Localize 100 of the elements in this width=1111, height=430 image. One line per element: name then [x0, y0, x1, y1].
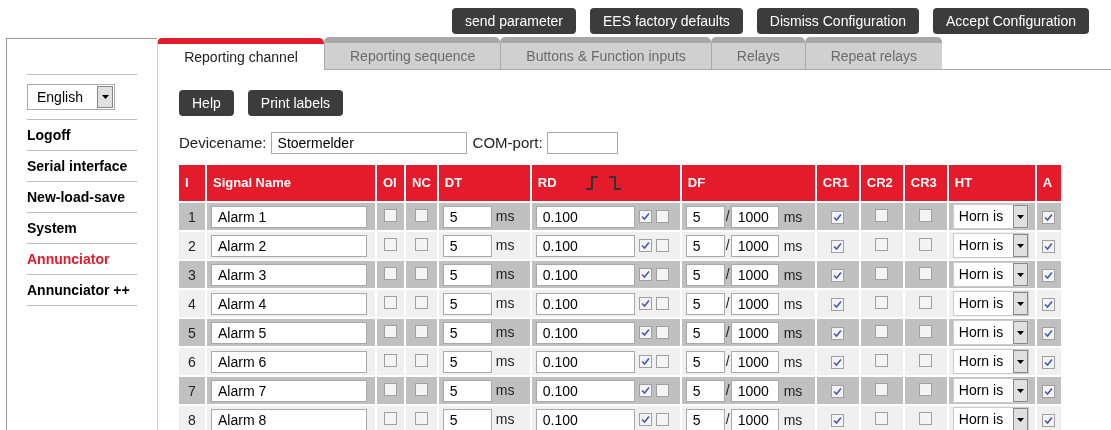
sidebar-link[interactable]: Serial interface: [27, 155, 128, 177]
df-divisor-field[interactable]: 1000: [730, 205, 779, 228]
df-divisor-field[interactable]: 1000: [730, 379, 779, 402]
checkbox[interactable]: [1042, 297, 1056, 311]
checkbox[interactable]: [638, 384, 652, 397]
checkbox[interactable]: [875, 208, 889, 222]
horn-select[interactable]: Horn is: [952, 291, 1029, 316]
checkbox[interactable]: [414, 266, 428, 280]
dt-field[interactable]: 5: [442, 292, 492, 315]
df-divisor-field[interactable]: 1000: [730, 350, 779, 373]
df-field[interactable]: 5: [685, 205, 725, 228]
checkbox[interactable]: [655, 355, 669, 368]
checkbox[interactable]: [638, 239, 652, 252]
df-field[interactable]: 5: [685, 292, 725, 315]
checkbox[interactable]: [875, 353, 889, 367]
checkbox[interactable]: [875, 266, 889, 280]
action-button[interactable]: Print labels: [247, 90, 344, 116]
df-divisor-field[interactable]: 1000: [730, 408, 779, 430]
dt-field[interactable]: 5: [442, 350, 492, 373]
rd-field[interactable]: 0.100: [535, 321, 635, 344]
checkbox[interactable]: [414, 237, 428, 251]
toolbar-button[interactable]: EES factory defaults: [590, 8, 743, 34]
rd-field[interactable]: 0.100: [535, 408, 635, 430]
checkbox[interactable]: [384, 353, 397, 367]
df-divisor-field[interactable]: 1000: [730, 292, 779, 315]
checkbox[interactable]: [655, 297, 669, 310]
signal-name-field[interactable]: Alarm 4: [211, 292, 367, 315]
horn-select[interactable]: Horn is: [952, 378, 1029, 403]
checkbox[interactable]: [655, 210, 669, 223]
sidebar-link[interactable]: System: [27, 217, 77, 239]
checkbox[interactable]: [1042, 268, 1056, 282]
checkbox[interactable]: [919, 295, 933, 309]
checkbox[interactable]: [1042, 384, 1056, 398]
checkbox[interactable]: [875, 295, 889, 309]
sidebar-link[interactable]: Annunciator ++: [27, 279, 130, 301]
horn-select[interactable]: Horn is: [952, 233, 1029, 258]
checkbox[interactable]: [638, 355, 652, 368]
rd-field[interactable]: 0.100: [535, 292, 635, 315]
tab[interactable]: Relays: [710, 37, 805, 69]
signal-name-field[interactable]: Alarm 1: [211, 205, 367, 228]
df-field[interactable]: 5: [685, 350, 725, 373]
sidebar-link[interactable]: Annunciator: [27, 248, 110, 270]
horn-select[interactable]: Horn is: [952, 349, 1029, 374]
tab[interactable]: Reporting channel: [157, 38, 324, 70]
checkbox[interactable]: [414, 208, 428, 222]
df-field[interactable]: 5: [685, 379, 725, 402]
checkbox[interactable]: [414, 295, 428, 309]
df-divisor-field[interactable]: 1000: [730, 321, 779, 344]
checkbox[interactable]: [655, 326, 669, 339]
signal-name-field[interactable]: Alarm 7: [211, 379, 367, 402]
checkbox[interactable]: [638, 413, 652, 426]
checkbox[interactable]: [919, 353, 933, 367]
df-field[interactable]: 5: [685, 408, 725, 430]
checkbox[interactable]: [831, 210, 845, 224]
checkbox[interactable]: [1042, 355, 1056, 369]
rd-field[interactable]: 0.100: [535, 379, 635, 402]
action-button[interactable]: Help: [179, 90, 234, 116]
checkbox[interactable]: [655, 239, 669, 252]
tab[interactable]: Repeat relays: [804, 37, 943, 69]
rd-field[interactable]: 0.100: [535, 234, 635, 257]
checkbox[interactable]: [1042, 239, 1056, 253]
checkbox[interactable]: [919, 208, 933, 222]
checkbox[interactable]: [414, 382, 428, 396]
rd-field[interactable]: 0.100: [535, 205, 635, 228]
checkbox[interactable]: [655, 384, 669, 397]
checkbox[interactable]: [831, 413, 845, 427]
com-port-field[interactable]: [546, 132, 618, 154]
language-select[interactable]: English: [27, 84, 115, 110]
checkbox[interactable]: [875, 382, 889, 396]
checkbox[interactable]: [414, 324, 428, 338]
signal-name-field[interactable]: Alarm 6: [211, 350, 367, 373]
checkbox[interactable]: [831, 384, 845, 398]
checkbox[interactable]: [831, 268, 845, 282]
checkbox[interactable]: [831, 326, 845, 340]
df-field[interactable]: 5: [685, 263, 725, 286]
toolbar-button[interactable]: Accept Configuration: [933, 8, 1089, 34]
checkbox[interactable]: [919, 382, 933, 396]
checkbox[interactable]: [384, 324, 397, 338]
sidebar-link[interactable]: New-load-save: [27, 186, 126, 208]
horn-select[interactable]: Horn is: [952, 320, 1029, 345]
checkbox[interactable]: [638, 326, 652, 339]
checkbox[interactable]: [919, 266, 933, 280]
dt-field[interactable]: 5: [442, 379, 492, 402]
checkbox[interactable]: [831, 239, 845, 253]
tab[interactable]: Reporting sequence: [324, 37, 501, 69]
checkbox[interactable]: [655, 413, 669, 426]
checkbox[interactable]: [638, 210, 652, 223]
horn-select[interactable]: Horn is: [952, 262, 1029, 287]
checkbox[interactable]: [384, 208, 397, 222]
checkbox[interactable]: [831, 355, 845, 369]
checkbox[interactable]: [875, 411, 889, 425]
horn-select[interactable]: Horn is: [952, 204, 1029, 229]
signal-name-field[interactable]: Alarm 2: [211, 234, 367, 257]
checkbox[interactable]: [1042, 413, 1056, 427]
checkbox[interactable]: [384, 295, 397, 309]
signal-name-field[interactable]: Alarm 3: [211, 263, 367, 286]
tab[interactable]: Buttons & Function inputs: [500, 37, 711, 69]
df-field[interactable]: 5: [685, 321, 725, 344]
df-divisor-field[interactable]: 1000: [730, 234, 779, 257]
rd-field[interactable]: 0.100: [535, 350, 635, 373]
